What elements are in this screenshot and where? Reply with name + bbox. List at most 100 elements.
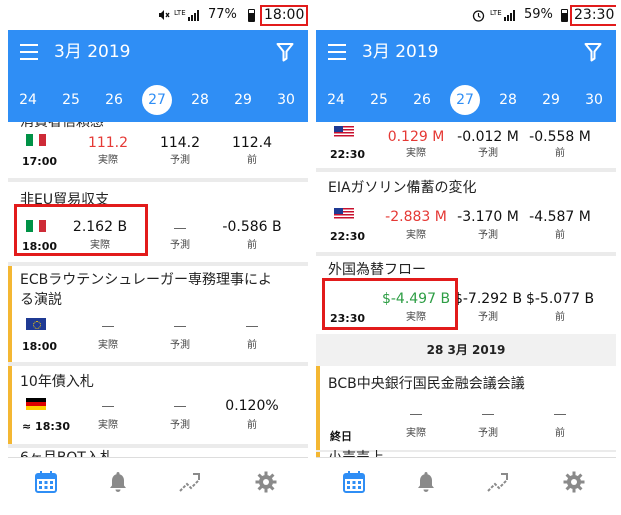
day-25[interactable]: 25 bbox=[364, 85, 394, 115]
actual-label: 実際 bbox=[98, 340, 118, 351]
actual-empty bbox=[410, 414, 422, 415]
day-29[interactable]: 29 bbox=[536, 85, 566, 115]
event-card[interactable]: ECBラウテンシュレーガー専務理事によ る演説 18:00 実際 予測 前 bbox=[8, 266, 308, 362]
previous-value: 112.4 bbox=[231, 135, 273, 151]
month-title[interactable]: 3月 2019 bbox=[54, 41, 130, 63]
menu-icon[interactable] bbox=[20, 44, 38, 60]
previous-value: 0.120% bbox=[225, 398, 279, 414]
gesture-area bbox=[316, 505, 616, 515]
day-30[interactable]: 30 bbox=[579, 85, 609, 115]
forecast-label: 予測 bbox=[478, 428, 498, 439]
forecast-label: 予測 bbox=[478, 230, 498, 241]
actual-value: 111.2 bbox=[87, 135, 129, 151]
status-bar: LTE 59% 23:30 bbox=[316, 0, 616, 30]
status-bar: LTE 77% 18:00 bbox=[8, 0, 308, 30]
actual-label: 実際 bbox=[406, 428, 426, 439]
forecast-value: -0.012 M bbox=[457, 129, 519, 145]
event-title-line2: る演説 bbox=[20, 292, 62, 308]
event-card[interactable]: BCB中央銀行国民金融会議会議 終日 実際 予測 前 bbox=[316, 366, 616, 450]
day-26[interactable]: 26 bbox=[407, 85, 437, 115]
event-card[interactable]: EIAガソリン備蓄の変化 22:30 -2.883 M 実際 -3.170 M … bbox=[316, 172, 616, 252]
alarm-icon bbox=[472, 10, 485, 22]
gesture-area bbox=[8, 505, 308, 515]
event-title: 消費者信頼感 bbox=[20, 122, 104, 130]
usa-flag-icon bbox=[334, 208, 354, 220]
battery-percent: 77% bbox=[208, 7, 237, 22]
previous-label: 前 bbox=[555, 148, 565, 159]
actual-value: 0.129 M bbox=[387, 129, 445, 145]
battery-percent: 59% bbox=[524, 7, 553, 22]
filter-icon[interactable] bbox=[276, 42, 294, 62]
forecast-label: 予測 bbox=[170, 340, 190, 351]
event-title: 6ヶ月BOT入札 bbox=[20, 448, 114, 457]
status-time: 18:00 bbox=[260, 5, 308, 26]
event-list: 22:30 0.129 M 実際 -0.012 M 予測 -0.558 M 前 … bbox=[316, 122, 616, 457]
previous-value: -4.587 M bbox=[529, 209, 591, 225]
day-25[interactable]: 25 bbox=[56, 85, 86, 115]
signal-icon bbox=[504, 9, 518, 21]
forecast-value: 114.2 bbox=[159, 135, 201, 151]
event-card[interactable]: 非EU貿易収支 18:00 2.162 B 実際 予測 -0.586 B 前 bbox=[8, 182, 308, 262]
previous-empty bbox=[246, 326, 258, 327]
actual-empty bbox=[102, 326, 114, 327]
previous-label: 前 bbox=[555, 230, 565, 241]
event-card[interactable]: 外国為替フロー 23:30 $-4.497 B 実際 $-7.292 B 予測 … bbox=[316, 256, 616, 336]
importance-bar bbox=[8, 266, 12, 362]
event-title-line1: ECBラウテンシュレーガー専務理事によ bbox=[20, 272, 272, 288]
actual-value: -2.883 M bbox=[385, 209, 447, 225]
trend-icon[interactable] bbox=[486, 470, 510, 494]
previous-value: -0.586 B bbox=[222, 219, 282, 235]
event-title: 10年債入札 bbox=[20, 374, 94, 390]
event-title: EIAガソリン備蓄の変化 bbox=[328, 180, 477, 196]
bottom-navigation bbox=[316, 457, 616, 505]
forecast-label: 予測 bbox=[478, 312, 498, 323]
month-title[interactable]: 3月 2019 bbox=[362, 41, 438, 63]
status-time: 23:30 bbox=[570, 5, 616, 26]
signal-icon bbox=[188, 9, 202, 21]
day-24[interactable]: 24 bbox=[13, 85, 43, 115]
day-24[interactable]: 24 bbox=[321, 85, 351, 115]
menu-icon[interactable] bbox=[328, 44, 346, 60]
bell-icon[interactable] bbox=[106, 470, 130, 494]
eu-flag-icon bbox=[26, 318, 46, 330]
battery-icon bbox=[248, 9, 255, 22]
germany-flag-icon bbox=[26, 398, 46, 410]
app-bar: 3月 2019 bbox=[316, 30, 616, 75]
event-list: 消費者信頼感 17:00 111.2 実際 114.2 予測 112.4 前 非… bbox=[8, 122, 308, 457]
previous-label: 前 bbox=[555, 312, 565, 323]
calendar-icon[interactable] bbox=[34, 470, 58, 494]
event-card[interactable]: 6ヶ月BOT入札 bbox=[8, 448, 308, 457]
event-time: 22:30 bbox=[330, 230, 366, 243]
previous-value: $-5.077 B bbox=[525, 291, 595, 307]
day-27-selected[interactable]: 27 bbox=[142, 85, 172, 115]
date-strip: 24 25 26 27 28 29 30 bbox=[8, 75, 308, 122]
event-time: 22:30 bbox=[330, 148, 366, 161]
event-card[interactable]: 22:30 0.129 M 実際 -0.012 M 予測 -0.558 M 前 bbox=[316, 122, 616, 168]
usa-flag-icon bbox=[334, 126, 354, 138]
bell-icon[interactable] bbox=[414, 470, 438, 494]
mute-icon bbox=[159, 10, 170, 20]
importance-bar bbox=[316, 366, 320, 450]
italy-flag-icon bbox=[26, 134, 46, 146]
date-strip: 24 25 26 27 28 29 30 bbox=[316, 75, 616, 122]
event-card[interactable]: 10年債入札 ≈ 18:30 実際 予測 0.120% 前 bbox=[8, 366, 308, 444]
event-card[interactable]: 消費者信頼感 17:00 111.2 実際 114.2 予測 112.4 前 bbox=[8, 122, 308, 178]
date-section-header: 28 3月 2019 bbox=[316, 334, 616, 366]
day-26[interactable]: 26 bbox=[99, 85, 129, 115]
event-title: BCB中央銀行国民金融会議会議 bbox=[328, 376, 525, 392]
day-29[interactable]: 29 bbox=[228, 85, 258, 115]
filter-icon[interactable] bbox=[584, 42, 602, 62]
day-28[interactable]: 28 bbox=[493, 85, 523, 115]
forecast-value: $-7.292 B bbox=[453, 291, 523, 307]
previous-empty bbox=[554, 414, 566, 415]
forecast-empty bbox=[174, 326, 186, 327]
gear-icon[interactable] bbox=[562, 470, 586, 494]
gear-icon[interactable] bbox=[254, 470, 278, 494]
calendar-icon[interactable] bbox=[342, 470, 366, 494]
day-28[interactable]: 28 bbox=[185, 85, 215, 115]
previous-label: 前 bbox=[247, 155, 257, 166]
highlight-box bbox=[322, 278, 458, 330]
day-27-selected[interactable]: 27 bbox=[450, 85, 480, 115]
trend-icon[interactable] bbox=[178, 470, 202, 494]
day-30[interactable]: 30 bbox=[271, 85, 301, 115]
